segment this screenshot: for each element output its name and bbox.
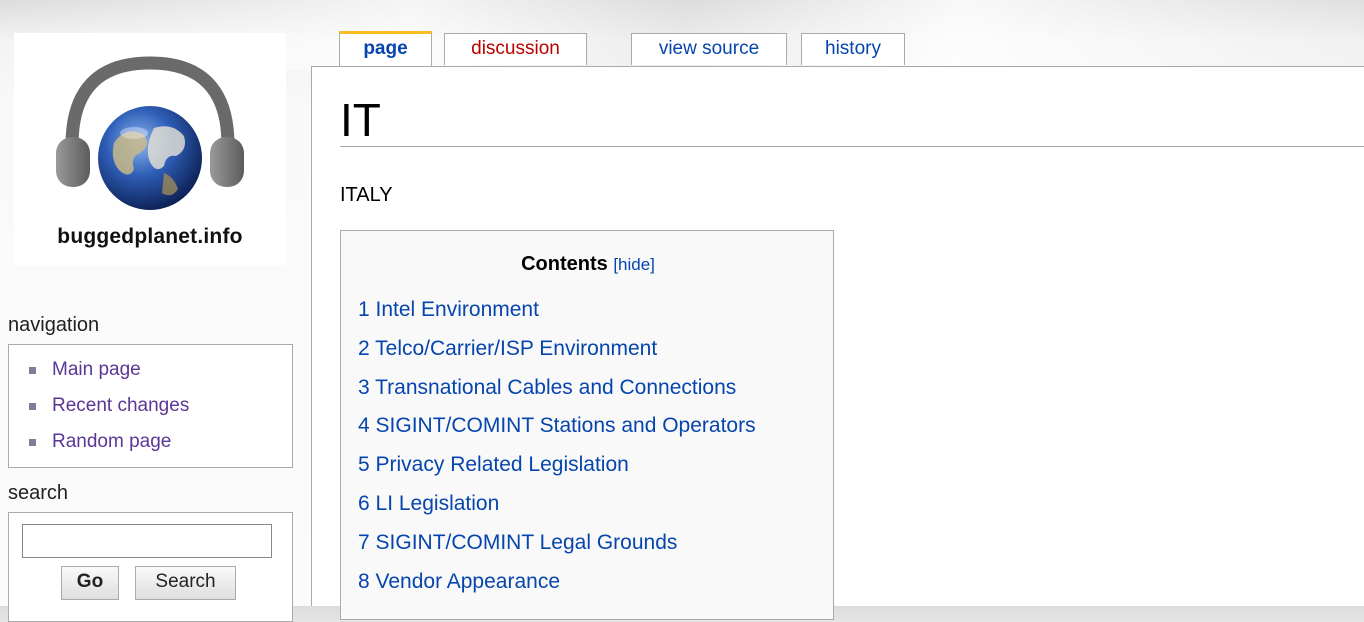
bullet-icon bbox=[29, 439, 36, 446]
search-heading: search bbox=[8, 482, 69, 504]
toc-link-transnational-cables[interactable]: 3 Transnational Cables and Connections bbox=[358, 376, 736, 399]
toc-item[interactable]: 8 Vendor Appearance bbox=[358, 563, 756, 602]
toc-link-intel-environment[interactable]: 1 Intel Environment bbox=[358, 298, 539, 321]
toc-link-telco-environment[interactable]: 2 Telco/Carrier/ISP Environment bbox=[358, 337, 657, 360]
toc-item[interactable]: 3 Transnational Cables and Connections bbox=[358, 369, 756, 408]
navigation-portlet: Main page Recent changes Random page bbox=[8, 344, 293, 468]
tab-discussion-label[interactable]: discussion bbox=[471, 38, 560, 59]
toc-item[interactable]: 5 Privacy Related Legislation bbox=[358, 446, 756, 485]
tab-history-label[interactable]: history bbox=[825, 38, 881, 59]
toc-hide-toggle[interactable]: [hide] bbox=[613, 255, 655, 274]
nav-link-main-page[interactable]: Main page bbox=[52, 359, 141, 380]
earth-headphones-icon bbox=[56, 56, 244, 210]
go-button[interactable]: Go bbox=[61, 566, 119, 600]
search-input[interactable] bbox=[22, 524, 272, 558]
toc-item[interactable]: 1 Intel Environment bbox=[358, 291, 756, 330]
logo-text: buggedplanet.info bbox=[57, 225, 243, 248]
nav-item-main-page: Main page bbox=[9, 352, 292, 388]
nav-item-random-page: Random page bbox=[9, 424, 292, 460]
tab-page-label[interactable]: page bbox=[363, 38, 407, 59]
bullet-icon bbox=[29, 403, 36, 410]
tab-page[interactable]: page bbox=[339, 31, 432, 67]
toc-header: Contents [hide] bbox=[341, 253, 835, 276]
toc-title: Contents bbox=[521, 253, 608, 275]
navigation-list: Main page Recent changes Random page bbox=[9, 352, 292, 460]
toc-link-li-legislation[interactable]: 6 LI Legislation bbox=[358, 492, 499, 515]
site-logo[interactable]: buggedplanet.info bbox=[14, 33, 286, 265]
tab-discussion[interactable]: discussion bbox=[444, 33, 587, 65]
content-area: IT ITALY Contents [hide] 1 Intel Environ… bbox=[311, 66, 1364, 620]
nav-link-recent-changes[interactable]: Recent changes bbox=[52, 395, 189, 416]
toc-link-vendor-appearance[interactable]: 8 Vendor Appearance bbox=[358, 570, 560, 593]
navigation-heading: navigation bbox=[8, 314, 100, 336]
page-title: IT bbox=[340, 94, 381, 146]
article-intro: ITALY bbox=[340, 184, 393, 206]
search-button[interactable]: Search bbox=[135, 566, 236, 600]
nav-item-recent-changes: Recent changes bbox=[9, 388, 292, 424]
nav-link-random-page[interactable]: Random page bbox=[52, 431, 171, 452]
toc-item[interactable]: 7 SIGINT/COMINT Legal Grounds bbox=[358, 524, 756, 563]
title-divider bbox=[340, 146, 1364, 147]
tab-view-source-label[interactable]: view source bbox=[659, 38, 759, 59]
tab-history[interactable]: history bbox=[801, 33, 905, 65]
toc-list: 1 Intel Environment 2 Telco/Carrier/ISP … bbox=[358, 291, 756, 601]
tab-view-source[interactable]: view source bbox=[631, 33, 787, 65]
bullet-icon bbox=[29, 367, 36, 374]
toc-item[interactable]: 4 SIGINT/COMINT Stations and Operators bbox=[358, 407, 756, 446]
toc-item[interactable]: 2 Telco/Carrier/ISP Environment bbox=[358, 330, 756, 369]
toc-link-sigint-stations[interactable]: 4 SIGINT/COMINT Stations and Operators bbox=[358, 414, 756, 437]
table-of-contents: Contents [hide] 1 Intel Environment 2 Te… bbox=[340, 230, 834, 620]
toc-item[interactable]: 6 LI Legislation bbox=[358, 485, 756, 524]
toc-link-sigint-legal-grounds[interactable]: 7 SIGINT/COMINT Legal Grounds bbox=[358, 531, 677, 554]
toc-link-privacy-legislation[interactable]: 5 Privacy Related Legislation bbox=[358, 453, 629, 476]
